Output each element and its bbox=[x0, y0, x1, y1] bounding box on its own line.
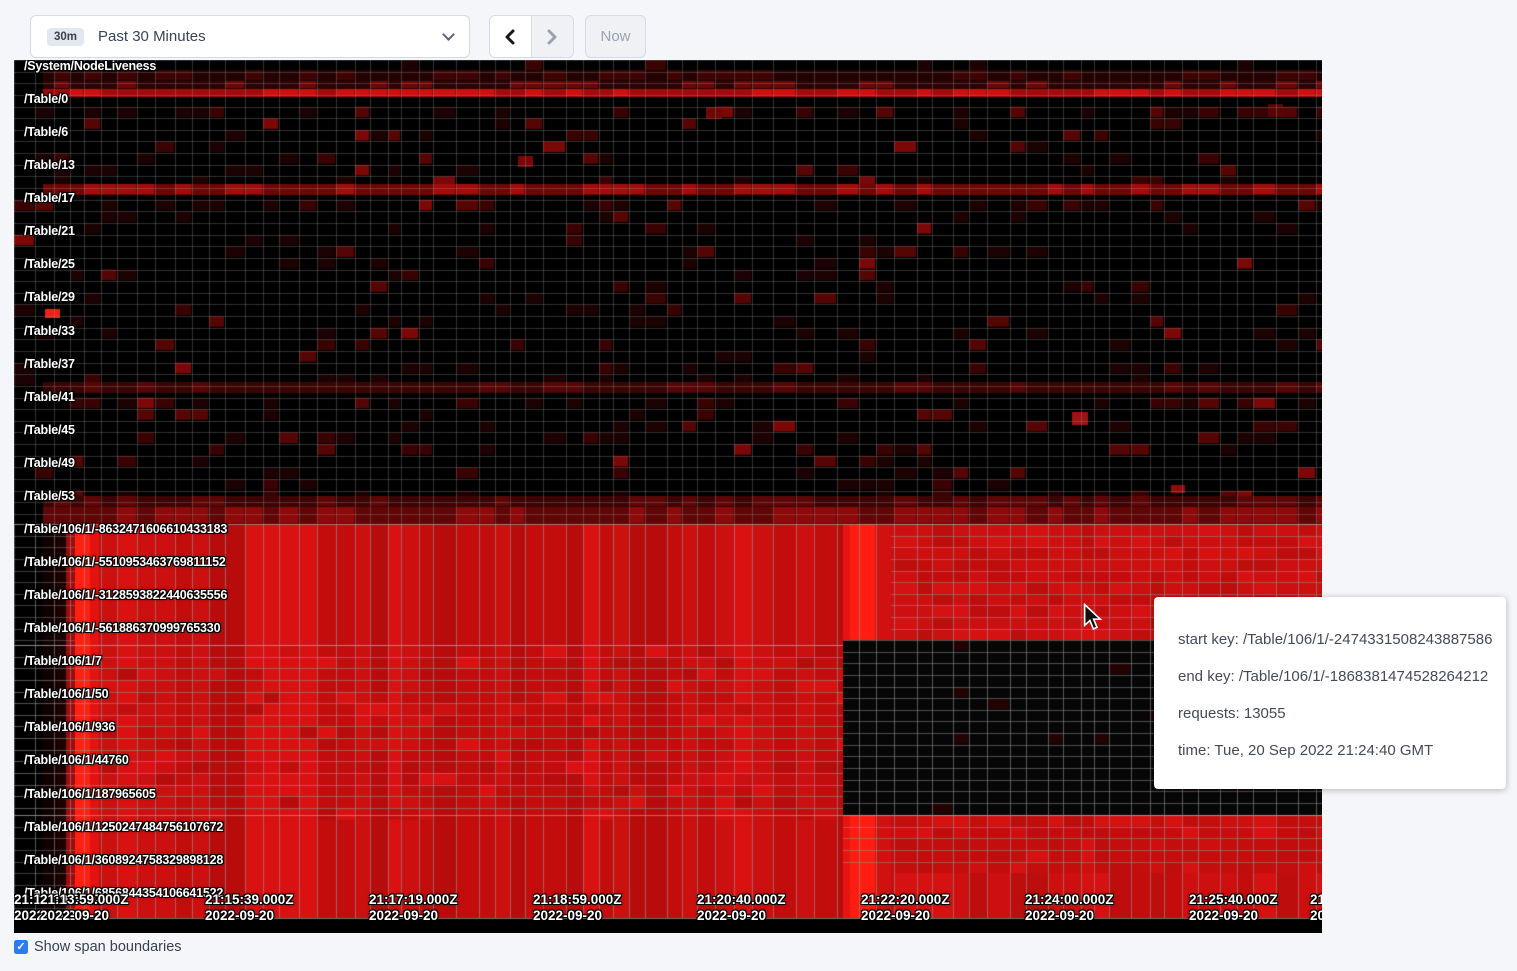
row-label: /Table/41 bbox=[24, 391, 75, 404]
time-tick-label: 21:18:59.000Z2022-09-20 bbox=[533, 892, 622, 924]
row-label: /Table/25 bbox=[24, 258, 75, 271]
time-range-label: Past 30 Minutes bbox=[98, 28, 444, 45]
time-tick-label: 21:15:39.000Z2022-09-20 bbox=[205, 892, 294, 924]
row-label: /Table/106/1/1250247484756107672 bbox=[24, 821, 223, 834]
tooltip-line: time: Tue, 20 Sep 2022 21:24:40 GMT bbox=[1178, 732, 1496, 769]
time-tick-label: 21:25:40.000Z2022-09-20 bbox=[1189, 892, 1278, 924]
row-label: /Table/0 bbox=[24, 93, 68, 106]
row-label: /Table/49 bbox=[24, 457, 75, 470]
time-tick-label: 21:17:19.000Z2022-09-20 bbox=[369, 892, 458, 924]
chevron-right-icon bbox=[545, 29, 559, 45]
row-label: /Table/106/1/-3128593822440635556 bbox=[24, 589, 227, 602]
footer: ✓ Show span boundaries bbox=[14, 939, 182, 955]
time-tick-label: 21:22:20.000Z2022-09-20 bbox=[861, 892, 950, 924]
row-label: /Table/106/1/187965605 bbox=[24, 788, 156, 801]
row-label: /Table/106/1/3608924758329898128 bbox=[24, 854, 223, 867]
time-range-badge: 30m bbox=[47, 28, 84, 46]
row-label: /Table/17 bbox=[24, 192, 75, 205]
row-label: /Table/21 bbox=[24, 225, 75, 238]
row-label: /System/NodeLiveness bbox=[24, 60, 156, 73]
show-span-boundaries-label: Show span boundaries bbox=[34, 939, 182, 955]
row-label: /Table/45 bbox=[24, 424, 75, 437]
check-icon: ✓ bbox=[16, 942, 25, 953]
tooltip-line: start key: /Table/106/1/-247433150824388… bbox=[1178, 621, 1496, 658]
show-span-boundaries-checkbox[interactable]: ✓ bbox=[14, 940, 28, 954]
tooltip-line: requests: 13055 bbox=[1178, 695, 1496, 732]
time-tick-label: 21:24:00.000Z2022-09-20 bbox=[1025, 892, 1114, 924]
forward-button[interactable] bbox=[532, 16, 574, 57]
time-tick-label: 21:20:40.000Z2022-09-20 bbox=[697, 892, 786, 924]
row-label: /Table/37 bbox=[24, 358, 75, 371]
row-label: /Table/53 bbox=[24, 490, 75, 503]
back-button[interactable] bbox=[490, 16, 532, 57]
key-visualizer-chart: /System/NodeLiveness/Table/0/Table/6/Tab… bbox=[14, 60, 1322, 933]
row-label: /Table/106/1/-561886370999765330 bbox=[24, 622, 220, 635]
chevron-left-icon bbox=[503, 29, 517, 45]
row-label: /Table/6 bbox=[24, 126, 68, 139]
tooltip-line: end key: /Table/106/1/-18683814745282642… bbox=[1178, 658, 1496, 695]
row-label: /Table/29 bbox=[24, 291, 75, 304]
row-label: /Table/33 bbox=[24, 325, 75, 338]
key-visualizer-heatmap[interactable] bbox=[14, 60, 1322, 933]
row-label: /Table/106/1/-5510953463769811152 bbox=[24, 556, 226, 569]
time-nav-group bbox=[489, 15, 574, 58]
row-label: /Table/106/1/7 bbox=[24, 655, 102, 668]
row-label: /Table/106/1/-8632471606610433183 bbox=[24, 523, 227, 536]
row-label: /Table/106/1/936 bbox=[24, 721, 115, 734]
row-label: /Table/106/1/50 bbox=[24, 688, 108, 701]
span-tooltip: start key: /Table/106/1/-247433150824388… bbox=[1154, 597, 1506, 789]
toolbar: 30m Past 30 Minutes Now bbox=[0, 0, 1517, 60]
time-range-dropdown[interactable]: 30m Past 30 Minutes bbox=[30, 15, 470, 58]
row-label: /Table/106/1/44760 bbox=[24, 754, 129, 767]
chevron-down-icon bbox=[442, 28, 455, 41]
time-tick-label: 21:27:20.000Z2022-09-20 bbox=[1310, 892, 1322, 924]
time-tick-label: 21:13:59.000Z2022-09-20 bbox=[40, 892, 129, 924]
now-button[interactable]: Now bbox=[585, 15, 646, 58]
row-label: /Table/13 bbox=[24, 159, 75, 172]
